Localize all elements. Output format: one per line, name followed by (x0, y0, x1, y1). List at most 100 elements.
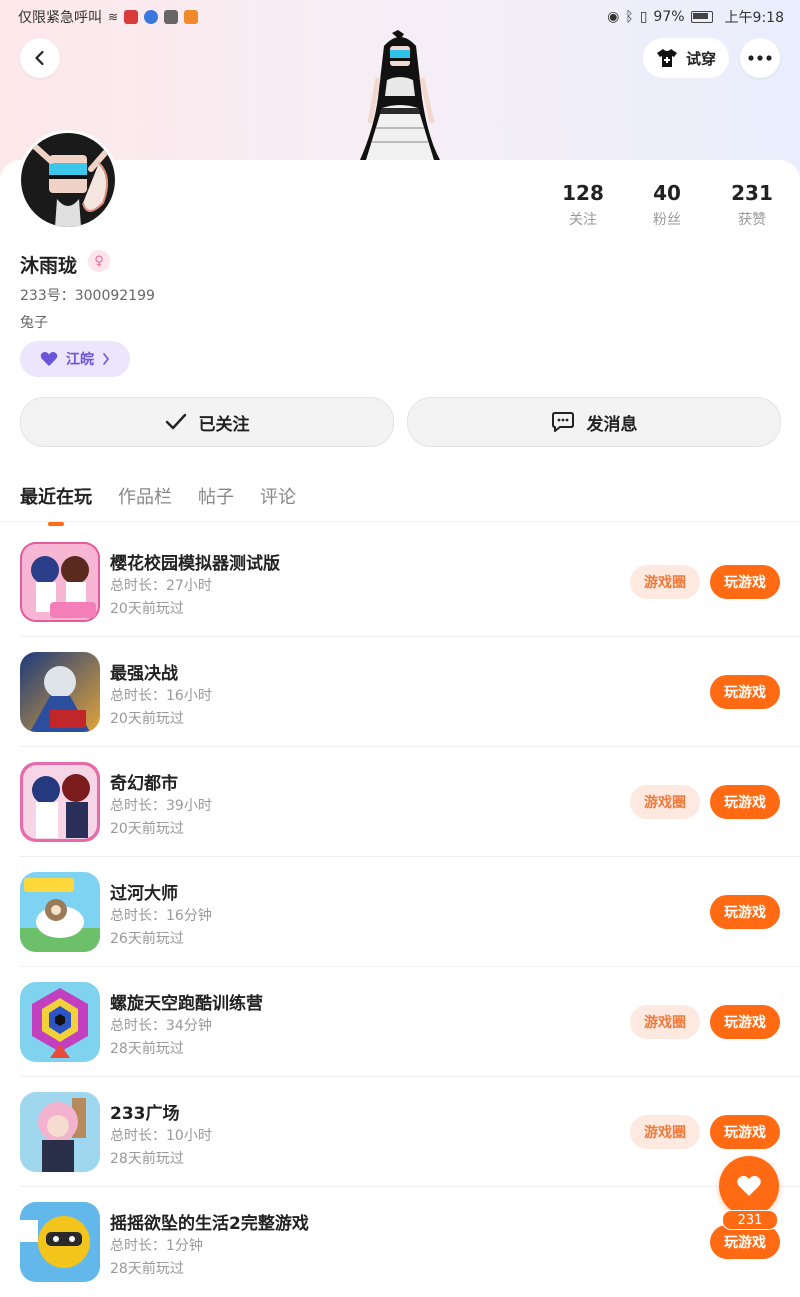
stat-likes[interactable]: 231 获赞 (717, 181, 787, 229)
more-dots-icon (748, 55, 772, 61)
game-list-item[interactable]: 樱花校园模拟器测试版 总时长：27小时 20天前玩过 游戏圈 玩游戏 (0, 527, 800, 637)
game-list-item[interactable]: 最强决战 总时长：16小时 20天前玩过 玩游戏 (0, 637, 800, 747)
game-last-played: 20天前玩过 (110, 601, 184, 617)
game-icon-233-plaza[interactable] (20, 1092, 100, 1172)
game-circle-button[interactable]: 游戏圈 (630, 565, 700, 599)
like-count-badge: 231 (722, 1210, 778, 1230)
stat-followers[interactable]: 40 粉丝 (632, 181, 702, 229)
game-name: 过河大师 (110, 884, 178, 904)
game-last-played: 20天前玩过 (110, 711, 184, 727)
play-game-button[interactable]: 玩游戏 (710, 565, 780, 599)
bluetooth-icon: ᛒ (625, 9, 634, 25)
tab-posts[interactable]: 帖子 (198, 483, 234, 509)
heart-icon (40, 352, 58, 366)
play-game-button[interactable]: 玩游戏 (710, 1115, 780, 1149)
game-name: 摇摇欲坠的生活2完整游戏 (110, 1214, 309, 1234)
play-game-button[interactable]: 玩游戏 (710, 1005, 780, 1039)
send-message-label: 发消息 (586, 414, 638, 435)
profile-photo (21, 133, 115, 227)
play-game-button[interactable]: 玩游戏 (710, 1225, 780, 1259)
tshirt-icon (656, 49, 677, 67)
chevron-right-icon (103, 353, 110, 365)
heart-icon (737, 1175, 761, 1196)
followed-button[interactable]: 已关注 (20, 397, 394, 447)
game-icon-sakura[interactable] (20, 542, 100, 622)
followed-label: 已关注 (198, 414, 250, 435)
game-duration: 总时长：16小时 (110, 688, 212, 704)
game-duration: 总时长：16分钟 (110, 908, 212, 924)
back-button[interactable] (20, 38, 60, 78)
try-on-button[interactable]: 试穿 (643, 38, 729, 78)
stat-likes-label: 获赞 (738, 212, 766, 228)
stat-following-count: 128 (562, 181, 604, 205)
try-on-label: 试穿 (685, 49, 716, 68)
play-game-button[interactable]: 玩游戏 (710, 675, 780, 709)
recorder-app-icon (124, 10, 139, 24)
game-list-item[interactable]: 螺旋天空跑酷训练营 总时长：34分钟 28天前玩过 游戏圈 玩游戏 (0, 967, 800, 1077)
game-last-played: 28天前玩过 (110, 1041, 184, 1057)
send-message-button[interactable]: 发消息 (407, 397, 781, 447)
stat-following-label: 关注 (569, 212, 597, 228)
stat-followers-count: 40 (653, 181, 681, 205)
chat-bubble-icon (551, 412, 574, 432)
game-icon-wobbly-life[interactable] (20, 1202, 100, 1282)
game-list-item[interactable]: 奇幻都市 总时长：39小时 20天前玩过 游戏圈 玩游戏 (0, 747, 800, 857)
game-duration: 总时长：10小时 (110, 1128, 212, 1144)
tab-comments[interactable]: 评论 (260, 483, 296, 509)
chevron-left-icon (35, 50, 44, 66)
game-last-played: 28天前玩过 (110, 1261, 184, 1277)
game-icon-fantasy-city[interactable] (20, 762, 100, 842)
clock-time: 上午9:18 (724, 10, 784, 26)
wifi-icon: ≋ (108, 10, 119, 24)
game-last-played: 26天前玩过 (110, 931, 184, 947)
user-bio: 兔子 (20, 315, 48, 331)
stat-followers-label: 粉丝 (653, 212, 681, 228)
game-list-item[interactable]: 233广场 总时长：10小时 28天前玩过 游戏圈 玩游戏 (0, 1077, 800, 1187)
game-last-played: 20天前玩过 (110, 821, 184, 837)
profile-tabs: 最近在玩 作品栏 帖子 评论 (20, 483, 296, 509)
stat-likes-count: 231 (731, 181, 773, 205)
game-name: 233广场 (110, 1104, 180, 1124)
game-duration: 总时长：1分钟 (110, 1238, 203, 1254)
video-app-icon (184, 10, 199, 24)
profile-avatar[interactable] (18, 130, 118, 230)
region-tag[interactable]: 江皖 (20, 341, 130, 377)
battery-icon (690, 11, 713, 23)
game-icon-strongest-battle[interactable] (20, 652, 100, 732)
game-icon-spiral-sky[interactable] (20, 982, 100, 1062)
game-name: 螺旋天空跑酷训练营 (110, 994, 263, 1014)
vibrate-icon: ▯ (639, 9, 648, 25)
game-last-played: 28天前玩过 (110, 1151, 184, 1167)
carrier-text: 仅限紧急呼叫 (18, 10, 102, 26)
game-circle-button[interactable]: 游戏圈 (630, 1005, 700, 1039)
username: 沐雨珑 (20, 255, 78, 277)
mail-app-icon (164, 10, 179, 24)
game-circle-button[interactable]: 游戏圈 (630, 785, 700, 819)
game-duration: 总时长：34分钟 (110, 1018, 212, 1034)
check-icon (165, 413, 186, 430)
character-avatar-image[interactable] (340, 28, 460, 163)
tab-works[interactable]: 作品栏 (118, 483, 172, 509)
game-duration: 总时长：39小时 (110, 798, 212, 814)
tabs-divider (0, 521, 800, 522)
tab-recently-played[interactable]: 最近在玩 (20, 483, 92, 509)
game-duration: 总时长：27小时 (110, 578, 212, 594)
more-options-button[interactable] (740, 38, 780, 78)
game-circle-button[interactable]: 游戏圈 (630, 1115, 700, 1149)
user-id: 233号：300092199 (20, 288, 155, 304)
play-game-button[interactable]: 玩游戏 (710, 895, 780, 929)
like-fab-button[interactable] (719, 1156, 779, 1216)
game-name: 最强决战 (110, 664, 178, 684)
stat-following[interactable]: 128 关注 (548, 181, 618, 229)
region-label: 江皖 (66, 352, 94, 368)
game-list-item[interactable]: 过河大师 总时长：16分钟 26天前玩过 玩游戏 (0, 857, 800, 967)
game-icon-river-master[interactable] (20, 872, 100, 952)
battery-percent: 97% (653, 9, 685, 25)
eye-icon: ◉ (607, 9, 620, 25)
game-name: 樱花校园模拟器测试版 (110, 554, 280, 574)
game-list-item[interactable]: 摇摇欲坠的生活2完整游戏 总时长：1分钟 28天前玩过 玩游戏 (0, 1187, 800, 1297)
play-game-button[interactable]: 玩游戏 (710, 785, 780, 819)
game-name: 奇幻都市 (110, 774, 178, 794)
female-gender-icon: ♀ (88, 250, 110, 272)
music-app-icon (144, 10, 159, 24)
